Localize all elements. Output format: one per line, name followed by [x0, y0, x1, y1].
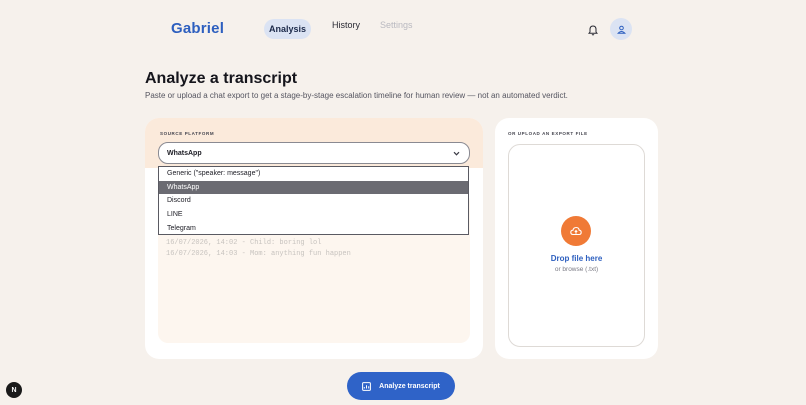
tab-settings[interactable]: Settings [380, 20, 413, 30]
tab-history[interactable]: History [332, 20, 360, 30]
source-platform-dropdown: Generic ("speaker: message") WhatsApp Di… [158, 166, 469, 235]
dropdown-option-line[interactable]: LINE [159, 208, 468, 222]
dropdown-option-generic[interactable]: Generic ("speaker: message") [159, 167, 468, 181]
transcript-line: 16/07/2026, 14:02 - Child: boring lol [166, 239, 322, 247]
analyze-transcript-button[interactable]: Analyze transcript [347, 372, 455, 400]
account-button[interactable] [610, 18, 632, 40]
user-icon [616, 25, 626, 34]
transcript-line: 16/07/2026, 14:03 - Mom: anything fun ha… [166, 250, 351, 258]
chevron-down-icon [453, 151, 460, 156]
page-subtitle: Paste or upload a chat export to get a s… [145, 91, 568, 100]
cloud-upload-icon [570, 226, 582, 236]
source-platform-select[interactable]: WhatsApp [158, 142, 470, 164]
dropdown-option-whatsapp[interactable]: WhatsApp [159, 180, 468, 195]
n-badge[interactable]: N [6, 382, 22, 398]
upload-label: OR UPLOAD AN EXPORT FILE [508, 131, 588, 136]
upload-button[interactable] [561, 216, 591, 246]
source-platform-label: SOURCE PLATFORM [160, 131, 215, 136]
browse-file-link[interactable]: or browse (.txt) [508, 266, 645, 273]
dropdown-option-telegram[interactable]: Telegram [159, 221, 468, 235]
page-title: Analyze a transcript [145, 70, 298, 87]
tab-analysis[interactable]: Analysis [264, 19, 311, 39]
brand-logo[interactable]: Gabriel [171, 20, 224, 37]
dropdown-option-discord[interactable]: Discord [159, 194, 468, 208]
notifications-button[interactable] [585, 22, 601, 38]
source-platform-value: WhatsApp [167, 149, 202, 157]
bell-icon [588, 24, 598, 35]
analyze-transcript-label: Analyze transcript [379, 382, 440, 390]
drop-file-title[interactable]: Drop file here [508, 254, 645, 263]
chart-icon [362, 381, 372, 391]
